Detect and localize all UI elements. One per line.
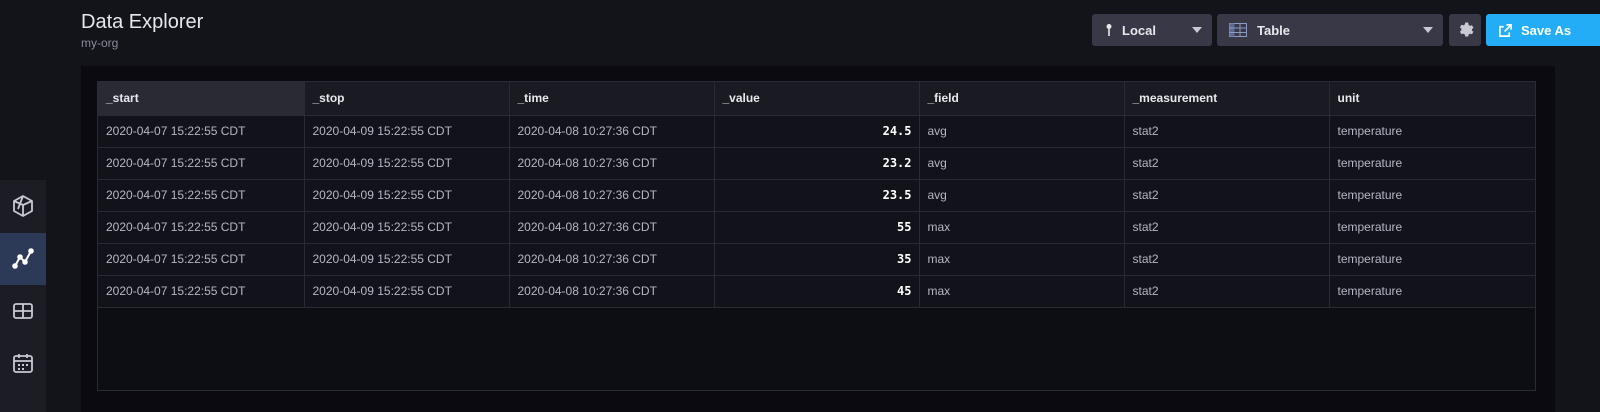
nav-item-data-explorer[interactable] (0, 233, 46, 285)
table-icon (1229, 23, 1247, 37)
nav-item-dashboards[interactable] (0, 285, 46, 337)
table-cell: 2020-04-09 15:22:55 CDT (304, 275, 510, 308)
save-as-button[interactable]: Save As (1486, 14, 1600, 46)
table-cell: 55 (714, 211, 920, 244)
gear-icon (1459, 22, 1474, 37)
table-cell: temperature (1329, 275, 1536, 308)
table-cell: 2020-04-08 10:27:36 CDT (509, 243, 715, 276)
table-cell: 2020-04-07 15:22:55 CDT (98, 243, 305, 276)
table-cell: 2020-04-07 15:22:55 CDT (98, 275, 305, 308)
table-cell: 2020-04-08 10:27:36 CDT (509, 275, 715, 308)
table-cell: 2020-04-09 15:22:55 CDT (304, 243, 510, 276)
table-row: 2020-04-07 15:22:55 CDT 2020-04-09 15:22… (98, 179, 1536, 212)
table-cell: stat2 (1124, 211, 1330, 244)
table-cell: avg (919, 179, 1125, 212)
page-header: Data Explorer my-org (81, 8, 203, 50)
table-cell: 2020-04-09 15:22:55 CDT (304, 147, 510, 180)
org-name: my-org (81, 36, 119, 50)
data-explorer-icon (12, 248, 34, 269)
column-header[interactable]: _stop (304, 82, 510, 116)
table-cell: max (919, 275, 1125, 308)
table-cell: temperature (1329, 179, 1536, 212)
table-cell: temperature (1329, 211, 1536, 244)
table-cell: 35 (714, 243, 920, 276)
nav-item-tasks[interactable] (0, 337, 46, 389)
table-cell: stat2 (1124, 243, 1330, 276)
timezone-dropdown[interactable]: Local (1092, 14, 1212, 46)
export-icon (1499, 23, 1512, 37)
table-cell: max (919, 243, 1125, 276)
nav-item-polyhedron[interactable] (0, 180, 46, 232)
table-cell: temperature (1329, 147, 1536, 180)
table-cell: 24.5 (714, 115, 920, 148)
table-cell: max (919, 211, 1125, 244)
polyhedron-icon (13, 195, 33, 217)
table-cell: 45 (714, 275, 920, 308)
table-cell: 2020-04-09 15:22:55 CDT (304, 115, 510, 148)
table-cell: 2020-04-08 10:27:36 CDT (509, 179, 715, 212)
table-cell: 2020-04-07 15:22:55 CDT (98, 179, 305, 212)
table-cell: temperature (1329, 243, 1536, 276)
page-title: Data Explorer (81, 11, 204, 33)
table-cell: 2020-04-07 15:22:55 CDT (98, 147, 305, 180)
table-cell: temperature (1329, 115, 1536, 148)
table-row: 2020-04-07 15:22:55 CDT 2020-04-09 15:22… (98, 275, 1536, 308)
column-header[interactable]: _time (509, 82, 715, 116)
table-cell: 2020-04-08 10:27:36 CDT (509, 211, 715, 244)
table-header-row: _start _stop _time _value _field _measur… (98, 82, 1536, 116)
dashboards-icon (13, 303, 33, 319)
table-cell: stat2 (1124, 147, 1330, 180)
table-cell: 2020-04-07 15:22:55 CDT (98, 115, 305, 148)
table-cell: stat2 (1124, 115, 1330, 148)
table-cell: avg (919, 147, 1125, 180)
save-as-label: Save As (1521, 22, 1572, 38)
table-cell: 2020-04-07 15:22:55 CDT (98, 211, 305, 244)
table-cell: 2020-04-08 10:27:36 CDT (509, 115, 715, 148)
table-row: 2020-04-07 15:22:55 CDT 2020-04-09 15:22… (98, 243, 1536, 276)
table-cell: avg (919, 115, 1125, 148)
pin-icon (1106, 24, 1112, 36)
table-row: 2020-04-07 15:22:55 CDT 2020-04-09 15:22… (98, 211, 1536, 244)
chevron-down-icon (1423, 27, 1433, 33)
table-row: 2020-04-07 15:22:55 CDT 2020-04-09 15:22… (98, 147, 1536, 180)
view-type-dropdown[interactable]: Table (1217, 14, 1443, 46)
table-cell: 2020-04-08 10:27:36 CDT (509, 147, 715, 180)
left-nav (0, 180, 46, 412)
timezone-value: Local (1122, 22, 1156, 38)
column-header[interactable]: _field (919, 82, 1125, 116)
settings-button[interactable] (1449, 14, 1481, 46)
table-cell: stat2 (1124, 275, 1330, 308)
column-header[interactable]: _value (714, 82, 920, 116)
table-cell: 23.2 (714, 147, 920, 180)
results-table: _start _stop _time _value _field _measur… (97, 81, 1536, 391)
table-row: 2020-04-07 15:22:55 CDT 2020-04-09 15:22… (98, 115, 1536, 148)
calendar-icon (13, 354, 33, 373)
column-header[interactable]: _start (98, 82, 305, 116)
table-cell: 23.5 (714, 179, 920, 212)
column-header[interactable]: unit (1329, 82, 1536, 116)
table-cell: stat2 (1124, 179, 1330, 212)
column-header[interactable]: _measurement (1124, 82, 1330, 116)
table-cell: 2020-04-09 15:22:55 CDT (304, 211, 510, 244)
chevron-down-icon (1192, 27, 1202, 33)
table-cell: 2020-04-09 15:22:55 CDT (304, 179, 510, 212)
view-type-value: Table (1257, 22, 1290, 38)
